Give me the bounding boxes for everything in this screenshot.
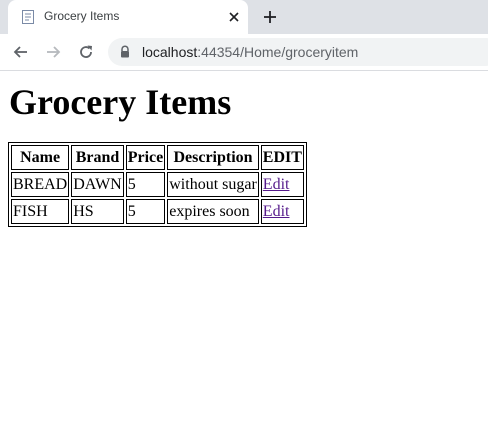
url-text[interactable]: localhost:44354/Home/groceryitem [142,44,358,60]
browser-tab[interactable]: Grocery Items [8,0,248,34]
cell-name: BREAD [11,172,70,197]
cell-name: FISH [11,199,70,224]
tab-title: Grocery Items [44,9,120,23]
edit-link[interactable]: Edit [263,203,290,220]
cell-description: expires soon [167,199,259,224]
table-row: FISH HS 5 expires soon Edit [11,199,304,224]
column-header-price: Price [125,145,166,170]
page-title: Grocery Items [9,82,232,122]
cell-brand: DAWN [71,172,124,197]
cell-price: 5 [125,172,166,197]
table-header-row: Name Brand Price Description EDIT [11,145,304,170]
column-header-description: Description [167,145,259,170]
grocery-table: Name Brand Price Description EDIT BREAD … [8,142,307,227]
cell-price: 5 [125,199,166,224]
url-path: :44354/Home/groceryitem [197,44,359,60]
browser-toolbar: localhost:44354/Home/groceryitem [0,34,488,71]
address-bar[interactable]: localhost:44354/Home/groceryitem [108,38,488,66]
tab-strip: Grocery Items [0,0,488,34]
plus-icon[interactable] [262,9,278,25]
cell-edit: Edit [260,172,304,197]
column-header-edit: EDIT [260,145,304,170]
lock-icon[interactable] [118,45,132,59]
page-content: Grocery Items Name Brand Price Descripti… [0,71,488,421]
arrow-left-icon[interactable] [12,43,30,61]
column-header-name: Name [11,145,70,170]
document-icon [20,9,36,25]
edit-link[interactable]: Edit [263,176,290,193]
arrow-right-icon[interactable] [44,43,62,61]
cell-brand: HS [71,199,124,224]
table-row: BREAD DAWN 5 without sugar Edit [11,172,304,197]
url-host: localhost [142,44,198,60]
cell-description: without sugar [167,172,259,197]
column-header-brand: Brand [71,145,124,170]
cell-edit: Edit [260,199,304,224]
close-icon[interactable] [226,9,242,25]
reload-icon[interactable] [77,43,95,61]
